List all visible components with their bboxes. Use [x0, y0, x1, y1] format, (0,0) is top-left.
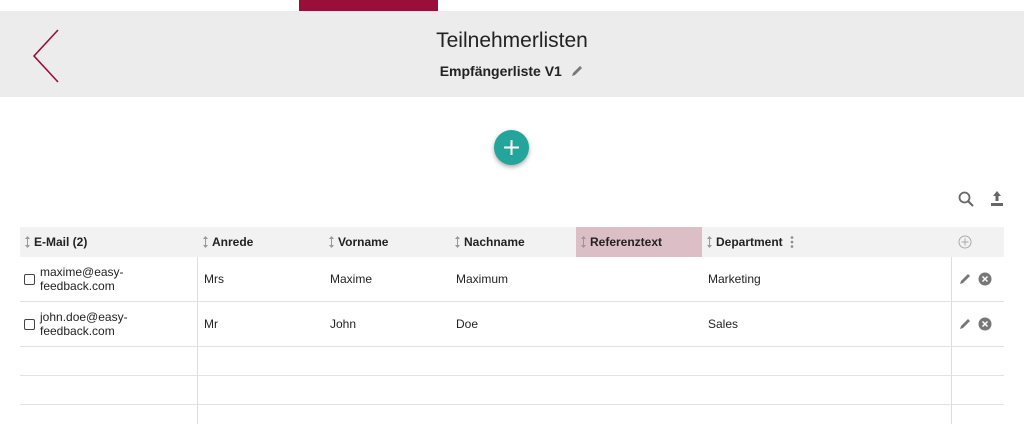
column-header-nachname[interactable]: Nachname	[454, 227, 574, 257]
plus-icon	[504, 140, 519, 155]
email-value: maxime@easy- feedback.com	[40, 265, 124, 293]
pencil-icon	[572, 65, 583, 76]
email-value: john.doe@easy- feedback.com	[40, 310, 128, 338]
column-header-vorname[interactable]: Vorname	[328, 227, 448, 257]
participants-table: E-Mail (2) Anrede Vorname Nachname Refer…	[20, 227, 1004, 424]
vorname-cell: Maxime	[330, 272, 373, 286]
list-name-row: Empfängerliste V1	[0, 62, 1024, 80]
edit-row-button[interactable]	[958, 317, 972, 331]
email-line-2: feedback.com	[40, 324, 115, 338]
empty-row	[20, 376, 1004, 405]
search-button[interactable]	[957, 190, 975, 208]
add-circle-icon	[958, 235, 972, 249]
column-header-email[interactable]: E-Mail (2)	[24, 227, 194, 257]
empty-row	[20, 347, 1004, 376]
email-line-1: maxime@easy-	[40, 265, 124, 279]
row-checkbox[interactable]	[24, 273, 35, 285]
column-header-department[interactable]: Department	[706, 227, 826, 257]
sort-arrows-icon	[203, 236, 208, 248]
column-header-label: Referenztext	[590, 235, 663, 249]
page-header: Teilnehmerlisten Empfängerliste V1	[0, 11, 1024, 97]
active-tab-indicator	[299, 0, 438, 11]
sort-arrows-icon	[581, 236, 586, 248]
referenztext-cell	[580, 302, 700, 346]
nachname-cell: Maximum	[456, 272, 509, 286]
delete-circle-icon	[978, 317, 992, 331]
referenztext-cell	[580, 257, 700, 301]
column-header-label: Department	[716, 235, 783, 249]
department-cell: Marketing	[708, 272, 761, 286]
add-column-button[interactable]	[958, 227, 978, 257]
column-header-label: E-Mail (2)	[34, 235, 88, 249]
department-cell: Sales	[708, 317, 739, 331]
upload-icon	[991, 191, 1003, 206]
search-icon	[958, 191, 974, 207]
delete-circle-icon	[978, 272, 992, 286]
vorname-cell: John	[330, 317, 357, 331]
sort-arrows-icon	[25, 236, 30, 248]
anrede-cell: Mrs	[204, 272, 224, 286]
edit-row-button[interactable]	[958, 272, 972, 286]
column-header-referenztext[interactable]: Referenztext	[576, 227, 702, 257]
email-line-2: feedback.com	[40, 279, 115, 293]
column-header-label: Vorname	[338, 235, 389, 249]
sort-arrows-icon	[707, 236, 712, 248]
table-header-row: E-Mail (2) Anrede Vorname Nachname Refer…	[20, 227, 1004, 257]
add-participant-button[interactable]	[494, 130, 529, 165]
nachname-cell: Doe	[456, 317, 479, 331]
edit-list-name-button[interactable]	[570, 64, 584, 78]
sort-arrows-icon	[455, 236, 460, 248]
anrede-cell: Mr	[204, 317, 218, 331]
sort-arrows-icon	[329, 236, 334, 248]
column-header-anrede[interactable]: Anrede	[202, 227, 322, 257]
email-cell: maxime@easy- feedback.com	[24, 257, 194, 301]
delete-row-button[interactable]	[978, 317, 992, 331]
table-row[interactable]: john.doe@easy- feedback.com Mr John Doe …	[20, 302, 1004, 347]
email-line-1: john.doe@easy-	[40, 310, 128, 324]
pencil-icon	[960, 274, 970, 284]
vertical-dots-icon[interactable]	[788, 235, 796, 249]
pencil-icon	[960, 319, 970, 329]
column-header-label: Nachname	[464, 235, 525, 249]
delete-row-button[interactable]	[978, 272, 992, 286]
table-row[interactable]: maxime@easy- feedback.com Mrs Maxime Max…	[20, 257, 1004, 302]
email-cell: john.doe@easy- feedback.com	[24, 302, 194, 346]
row-checkbox[interactable]	[24, 318, 35, 330]
column-header-label: Anrede	[212, 235, 254, 249]
page-title: Teilnehmerlisten	[436, 29, 588, 52]
upload-button[interactable]	[988, 190, 1006, 208]
list-name: Empfängerliste V1	[439, 62, 562, 79]
